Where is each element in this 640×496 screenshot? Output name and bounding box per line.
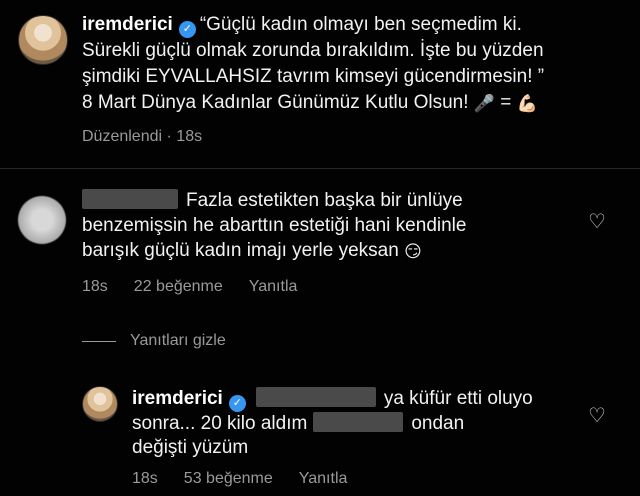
redacted-text: [313, 412, 404, 432]
caption-meta: Düzenlendi · 18s: [82, 128, 202, 146]
reply-time: 18s: [132, 470, 158, 487]
caption-line-2: Sürekli güçlü olmak zorunda bırakıldım. …: [82, 40, 544, 61]
redacted-username: [82, 189, 178, 209]
caption-username[interactable]: iremderici: [82, 14, 173, 35]
reply-meta: 18s 53 beğenme Yanıtla: [132, 470, 347, 488]
caption-line-1: “Güçlü kadın olmayı ben seçmedim ki.: [199, 14, 522, 35]
instagram-comments-screen: iremderici ✓ “Güçlü kadın olmayı ben seçme…: [0, 0, 640, 496]
microphone-emoji: 🎤: [473, 94, 495, 113]
reply-username[interactable]: iremderici: [132, 388, 223, 409]
comment-meta: 18s 22 beğenme Yanıtla: [82, 278, 297, 296]
hide-replies-line: [82, 340, 116, 342]
comment-line-1: Fazla estetikten başka bir ünlüye: [186, 190, 463, 211]
equals-sign: =: [500, 92, 512, 113]
comment-likes[interactable]: 22 beğenme: [134, 278, 223, 296]
caption-line-4: 8 Mart Dünya Kadınlar Günümüz Kutlu Olsu…: [82, 92, 469, 113]
hide-replies-toggle[interactable]: Yanıtları gizle: [82, 332, 226, 350]
meta-separator: ·: [166, 128, 172, 145]
reply-likes[interactable]: 53 beğenme: [184, 470, 273, 488]
verified-badge-icon: ✓: [178, 21, 196, 38]
comment-line-2: benzemişsin he abarttın estetiği hani ke…: [82, 215, 467, 236]
reply-reply-button[interactable]: Yanıtla: [299, 470, 348, 488]
heart-icon[interactable]: ♡: [586, 211, 608, 233]
verified-badge-icon: ✓: [228, 395, 246, 412]
commenter-avatar-blurred[interactable]: [18, 196, 66, 244]
reply-text-d: değişti yüzüm: [132, 437, 249, 458]
post-caption: iremderici ✓ “Güçlü kadın olmayı ben seçme…: [0, 0, 640, 168]
reply-text-c: ondan: [411, 413, 465, 434]
reply-text-a: ya küfür etti oluyo: [383, 388, 533, 409]
redacted-text: [255, 387, 376, 407]
comment-reply-button[interactable]: Yanıtla: [249, 278, 298, 296]
avatar[interactable]: [18, 15, 68, 65]
smirk-emoji: 😏: [404, 242, 422, 261]
reply-text-b: sonra... 20 kilo aldım: [132, 413, 308, 434]
reply-avatar[interactable]: [82, 386, 118, 422]
edited-label: Düzenlendi: [82, 128, 163, 145]
caption-text: iremderici ✓ “Güçlü kadın olmayı ben seçme…: [82, 12, 622, 117]
comment-text: Fazla estetikten başka bir ünlüye benzem…: [82, 188, 582, 264]
muscle-emoji: 💪🏻: [516, 94, 538, 113]
caption-time: 18s: [176, 128, 203, 145]
divider: [0, 168, 640, 169]
comment-line-3: barışık güçlü kadın imajı yerle yeksan: [82, 240, 399, 261]
reply-text: iremderici ✓ ya küfür etti oluyo sonra... …: [132, 387, 562, 460]
caption-line-3: şimdiki EYVALLAHSIZ tavrım kimseyi gücen…: [82, 66, 545, 87]
hide-replies-label: Yanıtları gizle: [130, 332, 226, 349]
comment-time: 18s: [82, 278, 108, 295]
heart-icon[interactable]: ♡: [586, 405, 608, 427]
